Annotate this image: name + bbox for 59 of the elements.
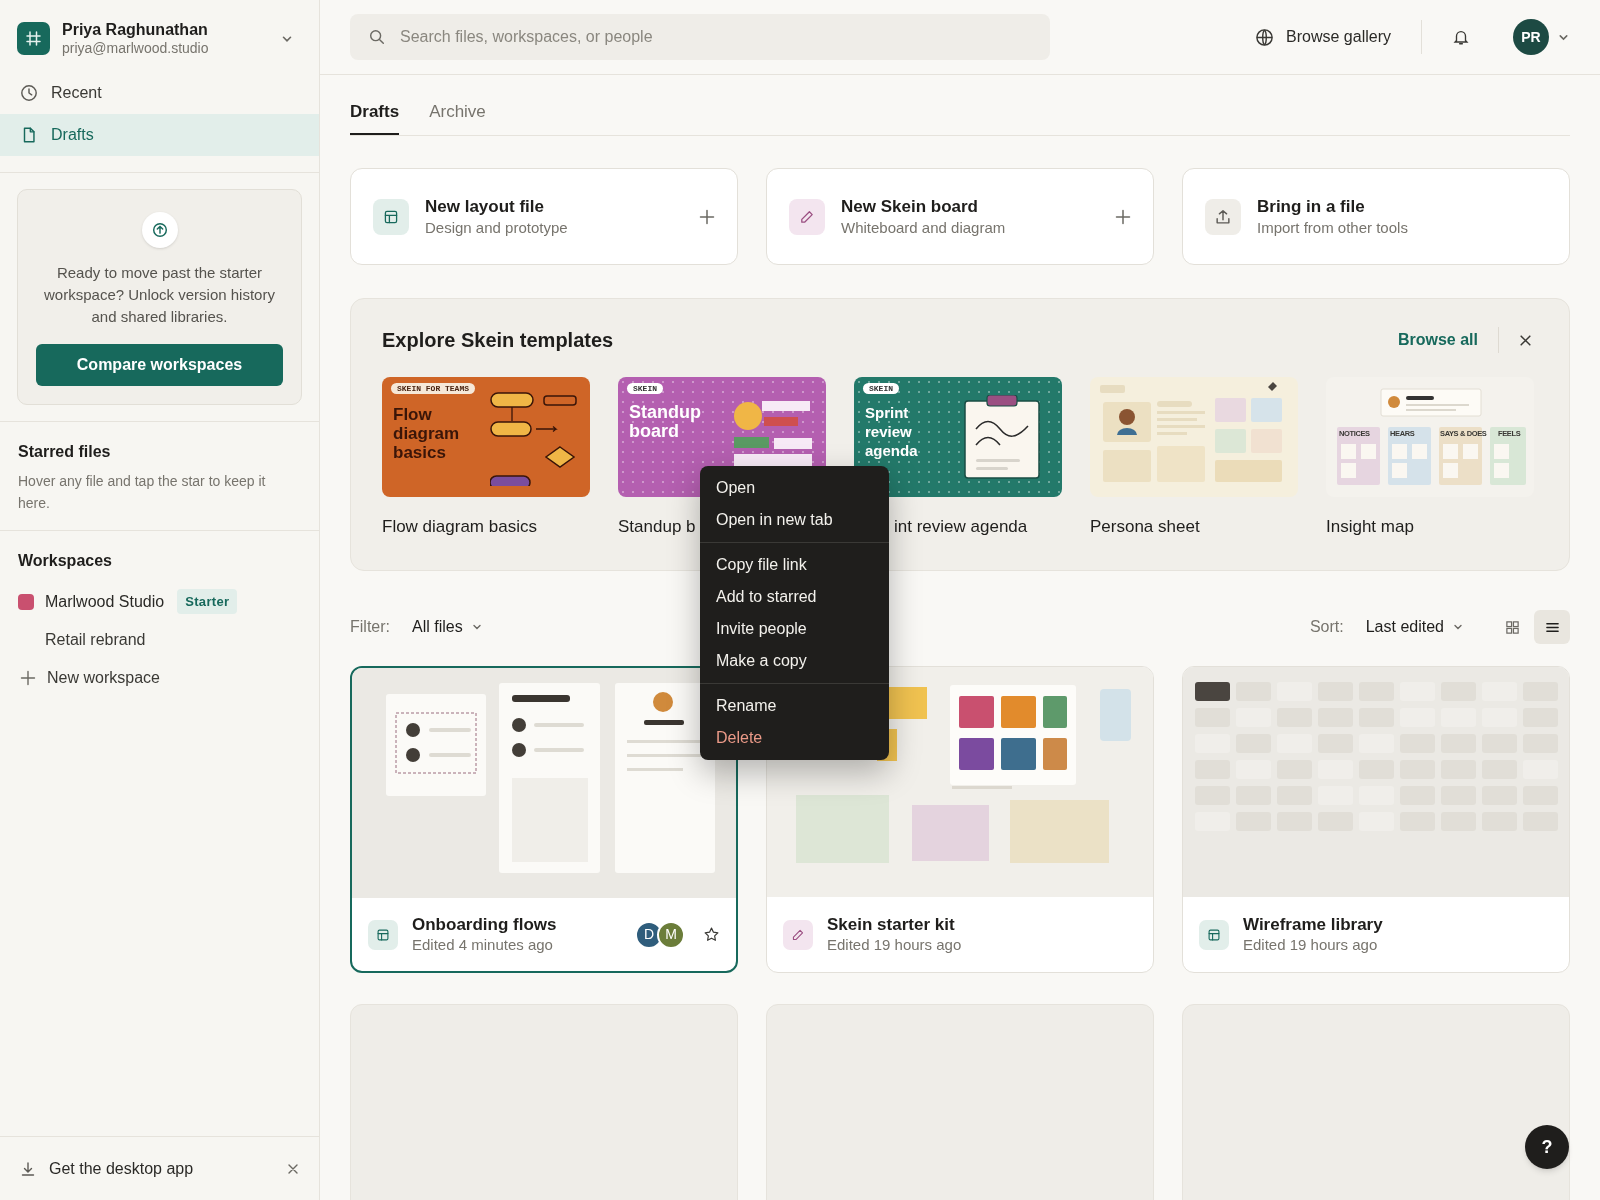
template-thumbnail[interactable]: SKEIN FOR TEAMS Flow diagram basics xyxy=(382,377,590,497)
plan-badge: Starter xyxy=(177,588,238,615)
file-title: Wireframe library xyxy=(1243,914,1384,936)
panel-title: Explore Skein templates xyxy=(382,328,615,353)
workspace-item[interactable]: Retail rebrand xyxy=(18,627,146,652)
file-subtitle: Edited 19 hours ago xyxy=(827,936,963,955)
template-thumbnail-title: Standup board xyxy=(629,403,702,441)
search-field[interactable]: Search files, workspaces, or people xyxy=(350,14,1050,60)
upgrade-text: Ready to move past the starter workspace? Unlock version history and shared libraries. xyxy=(43,262,276,327)
tab[interactable]: Drafts xyxy=(350,91,400,135)
account-name: Priya Raghunathan xyxy=(62,20,209,40)
template-thumbnail-title: Sprint review agenda xyxy=(865,403,919,460)
browse-gallery-button[interactable]: Browse gallery xyxy=(1255,25,1391,49)
account-email: priya@marlwood.studio xyxy=(62,40,210,58)
new-file-card[interactable]: Bring in a file Import from other tools xyxy=(1182,168,1570,265)
tab[interactable]: Archive xyxy=(429,91,486,135)
card-title: New layout file xyxy=(425,195,546,217)
compare-workspaces-button[interactable]: Compare workspaces xyxy=(36,343,283,386)
filter-dropdown[interactable]: All files xyxy=(412,615,483,639)
template-name: Standup b xyxy=(618,516,696,538)
file-card[interactable]: Wireframe library Edited 19 hours ago xyxy=(1182,666,1570,973)
nav-item[interactable]: Recent xyxy=(0,71,319,114)
template-name: Flow diagram basics xyxy=(382,516,537,538)
menu-item[interactable]: Copy file link xyxy=(700,549,889,581)
sort-label: Sort: xyxy=(1309,617,1344,637)
template-badge: SKEIN FOR TEAMS xyxy=(391,383,475,394)
card-title: New Skein board xyxy=(841,195,979,217)
file-title: Skein starter kit xyxy=(827,914,956,936)
template-badge: SKEIN xyxy=(863,383,899,394)
new-file-card[interactable]: New Skein board Whiteboard and diagram xyxy=(766,168,1154,265)
file-title: Onboarding flows xyxy=(412,914,558,936)
card-subtitle: Design and prototype xyxy=(425,218,569,238)
card-title: Bring in a file xyxy=(1257,195,1366,217)
template-name: int review agenda xyxy=(894,516,1028,538)
template-thumbnail[interactable]: SKEIN Sprint review agenda xyxy=(854,377,1062,497)
new-file-card[interactable]: New layout file Design and prototype xyxy=(350,168,738,265)
starred-hint: Hover any file and tap the star to keep it here. xyxy=(18,471,267,513)
file-subtitle: Edited 4 minutes ago xyxy=(412,936,554,955)
template-thumbnail-title: Flow diagram basics xyxy=(393,404,461,462)
filter-label: Filter: xyxy=(350,617,390,637)
menu-item[interactable]: Invite people xyxy=(700,613,889,645)
card-subtitle: Whiteboard and diagram xyxy=(841,218,1007,238)
section-heading: Workspaces xyxy=(18,550,113,571)
menu-item[interactable]: Open in new tab xyxy=(700,504,889,536)
template-name: Persona sheet xyxy=(1090,516,1200,538)
template-name: Insight map xyxy=(1326,516,1414,538)
template-badge: SKEIN xyxy=(627,383,663,394)
card-subtitle: Import from other tools xyxy=(1257,218,1409,238)
desktop-app-link[interactable]: Get the desktop app xyxy=(49,1156,274,1181)
file-subtitle: Edited 19 hours ago xyxy=(1243,936,1379,955)
menu-item[interactable]: Add to starred xyxy=(700,581,889,613)
user-avatar[interactable]: PR xyxy=(1513,19,1549,55)
collaborator-avatar: M xyxy=(657,920,685,949)
workspace-item[interactable]: Marlwood Studio xyxy=(45,589,165,614)
section-heading: Starred files xyxy=(18,441,112,462)
nav-item[interactable]: Drafts xyxy=(0,113,319,156)
new-workspace-link[interactable]: New workspace xyxy=(47,665,160,690)
browse-all-link[interactable]: Browse all xyxy=(1397,328,1478,352)
sort-dropdown[interactable]: Last edited xyxy=(1365,615,1464,639)
